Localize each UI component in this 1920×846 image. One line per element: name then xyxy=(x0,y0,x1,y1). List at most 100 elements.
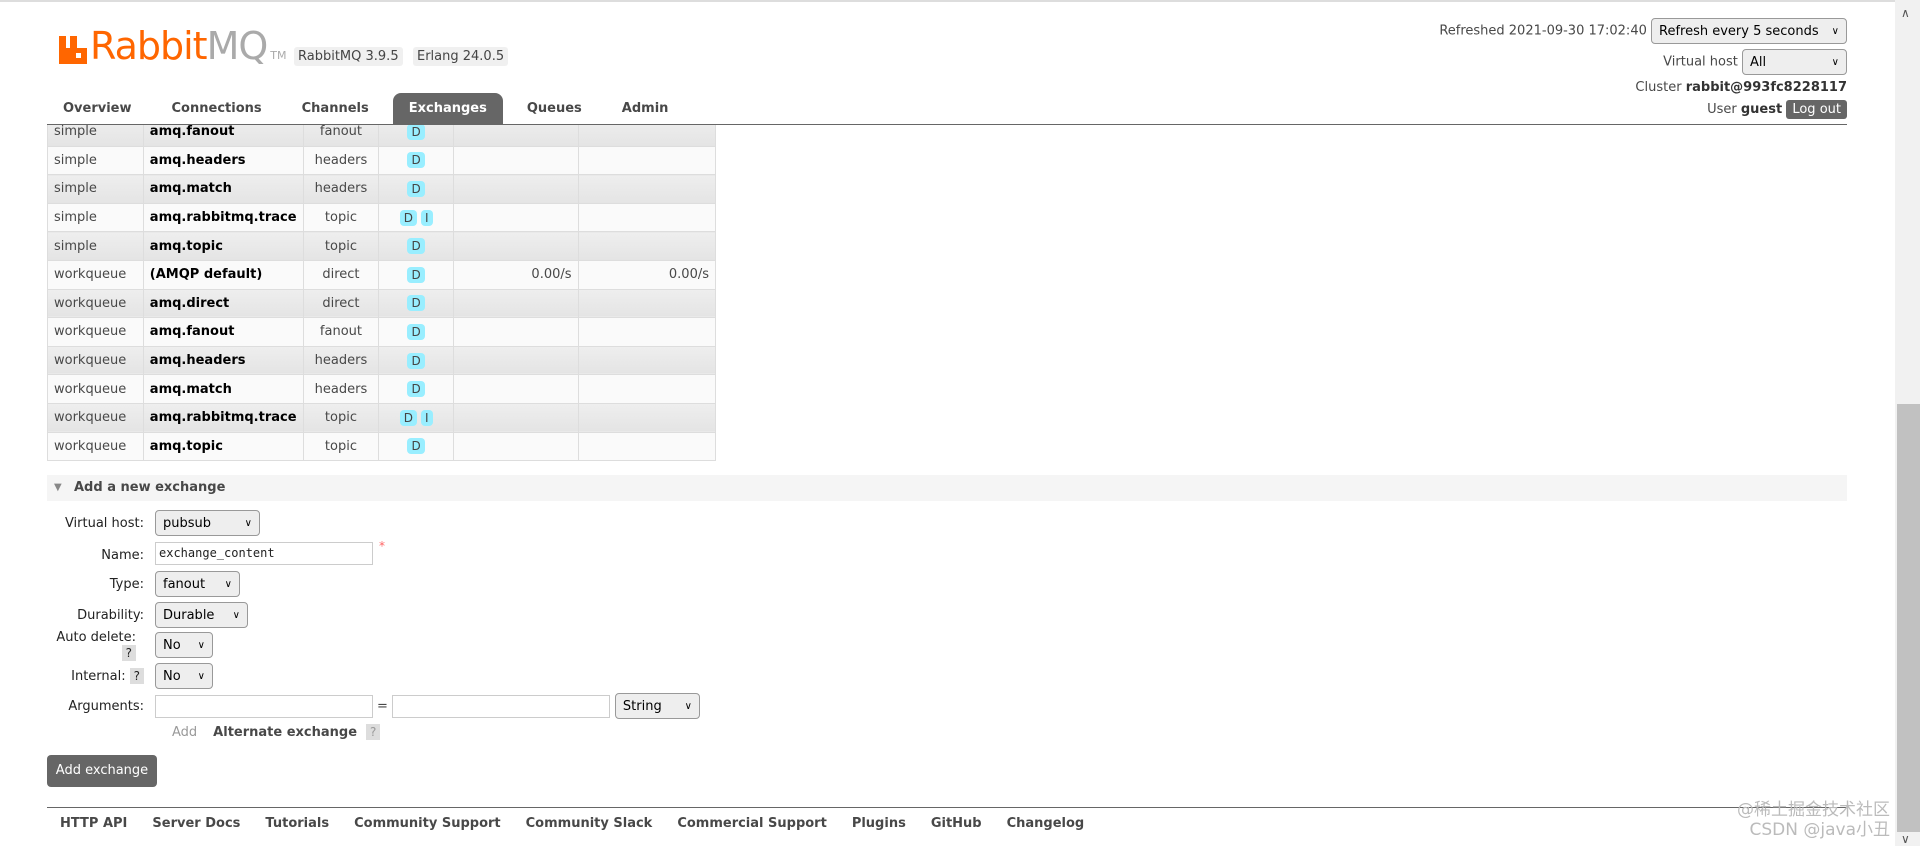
vhost-cell: workqueue xyxy=(47,402,144,433)
features-cell: DI xyxy=(378,202,454,233)
rabbit-logo-icon xyxy=(59,36,87,64)
scroll-down-icon[interactable]: ∨ xyxy=(1901,832,1910,846)
rate-out-cell xyxy=(577,288,716,319)
scroll-up-icon[interactable]: ∧ xyxy=(1901,6,1910,20)
vhost-cell: workqueue xyxy=(47,374,144,404)
footer-link[interactable]: Community Support xyxy=(354,816,501,831)
cluster-label: Cluster xyxy=(1635,80,1682,95)
vhost-cell: simple xyxy=(47,145,144,176)
exchange-name-link[interactable]: amq.headers xyxy=(142,345,304,376)
type-field-label: Type: xyxy=(109,576,144,592)
logout-button[interactable]: Log out xyxy=(1786,100,1847,119)
add-exchange-button[interactable]: Add exchange xyxy=(47,755,157,787)
rate-out-cell xyxy=(577,231,716,261)
type-select[interactable]: fanout ∨ xyxy=(155,571,240,597)
type-select-value: fanout xyxy=(163,576,206,592)
autodelete-select[interactable]: No ∨ xyxy=(155,632,213,658)
cluster-name: rabbit@993fc8228117 xyxy=(1685,80,1847,95)
rate-out-cell: 0.00/s xyxy=(577,259,716,290)
vhost-field-select[interactable]: pubsub ∨ xyxy=(155,510,260,536)
durable-badge: D xyxy=(407,125,425,140)
table-row: simple amq.headers headers D xyxy=(47,145,716,176)
arguments-field-label: Arguments: xyxy=(68,698,144,714)
features-cell: D xyxy=(378,374,454,404)
vhost-cell: workqueue xyxy=(47,259,144,290)
tab-connections[interactable]: Connections xyxy=(156,93,278,125)
argument-type-value: String xyxy=(622,698,662,714)
argument-type-select[interactable]: String ∨ xyxy=(614,693,700,719)
logo-text-mq: MQ xyxy=(206,24,269,68)
watermark: @稀土掘金技术社区 CSDN @java小丑 xyxy=(1737,800,1890,840)
exchange-name-link[interactable]: amq.match xyxy=(142,174,304,204)
vhost-cell: simple xyxy=(47,231,144,261)
exchange-name-link[interactable]: amq.rabbitmq.trace xyxy=(142,202,304,233)
alternate-exchange-help[interactable]: ? xyxy=(366,724,381,740)
footer-divider xyxy=(47,807,1847,808)
argument-key-input[interactable] xyxy=(155,694,373,718)
name-field-label: Name: xyxy=(101,548,144,563)
argument-value-input[interactable] xyxy=(391,694,610,718)
exchange-name-link[interactable]: amq.match xyxy=(142,374,304,404)
footer-link[interactable]: Plugins xyxy=(852,816,906,831)
durable-badge: D xyxy=(407,323,425,340)
add-argument-link[interactable]: Add xyxy=(172,725,197,740)
exchange-name-link[interactable]: amq.topic xyxy=(142,231,304,261)
type-cell: headers xyxy=(302,145,380,176)
features-cell: D xyxy=(378,288,454,319)
alternate-exchange-link[interactable]: Alternate exchange xyxy=(213,725,357,740)
tab-admin[interactable]: Admin xyxy=(606,93,685,125)
scrollbar-thumb[interactable] xyxy=(1897,404,1920,832)
exchange-name-link[interactable]: (AMQP default) xyxy=(142,259,304,290)
autodelete-help-button[interactable]: ? xyxy=(121,644,136,661)
features-cell: D xyxy=(378,174,454,204)
vhost-cell: workqueue xyxy=(47,431,144,462)
watermark-line-2: CSDN @java小丑 xyxy=(1749,820,1891,840)
durable-badge: D xyxy=(407,152,425,169)
internal-field-label: Internal:? xyxy=(47,668,155,684)
tab-overview[interactable]: Overview xyxy=(47,93,148,125)
add-exchange-toggle[interactable]: ▼ Add a new exchange xyxy=(47,475,1847,501)
vhost-cell: workqueue xyxy=(47,288,144,319)
durability-select[interactable]: Durable ∨ xyxy=(155,602,248,628)
durable-badge: D xyxy=(399,209,417,226)
type-cell: fanout xyxy=(302,125,380,147)
exchange-name-link[interactable]: amq.rabbitmq.trace xyxy=(142,402,304,433)
footer-link[interactable]: Community Slack xyxy=(526,816,653,831)
logo-tm: TM xyxy=(270,49,287,62)
type-cell: topic xyxy=(302,402,380,433)
tab-exchanges[interactable]: Exchanges xyxy=(392,93,503,125)
exchange-name-link[interactable]: amq.headers xyxy=(142,145,304,176)
vhost-select[interactable]: All ∨ xyxy=(1742,49,1847,75)
internal-help-button[interactable]: ? xyxy=(129,668,144,684)
watermark-line-1: @稀土掘金技术社区 xyxy=(1737,800,1890,820)
footer-link[interactable]: GitHub xyxy=(931,816,982,831)
exchange-name-link[interactable]: amq.fanout xyxy=(142,317,304,347)
user-label: User xyxy=(1707,102,1737,117)
footer-link[interactable]: Commercial Support xyxy=(677,816,827,831)
footer-link[interactable]: Server Docs xyxy=(152,816,240,831)
table-row: workqueue amq.rabbitmq.trace topic D I xyxy=(47,402,716,433)
name-input[interactable]: exchange_content xyxy=(155,541,373,565)
internal-label-text: Internal: xyxy=(71,669,126,684)
exchange-name-link[interactable]: amq.fanout xyxy=(142,125,304,147)
exchange-name-link[interactable]: amq.topic xyxy=(142,431,304,462)
exchange-name-link[interactable]: amq.direct xyxy=(142,288,304,319)
internal-select[interactable]: No ∨ xyxy=(155,663,213,689)
footer-link[interactable]: Tutorials xyxy=(265,816,329,831)
table-row: simple amq.topic topic D xyxy=(47,231,716,261)
tab-queues[interactable]: Queues xyxy=(511,93,598,125)
rate-out-cell xyxy=(577,345,716,376)
durable-badge: D xyxy=(407,266,425,283)
exchanges-table: simple amq.fanout fanout Dsimple amq.headers… xyxy=(47,125,716,462)
footer-link[interactable]: HTTP API xyxy=(60,816,127,831)
refresh-select[interactable]: Refresh every 5 seconds ∨ xyxy=(1651,18,1847,44)
table-row: workqueue amq.match headers D xyxy=(47,374,716,404)
features-cell: D xyxy=(378,345,454,376)
autodelete-select-value: No xyxy=(163,637,181,653)
durability-select-value: Durable xyxy=(163,607,215,623)
rabbitmq-logo[interactable]: Rabbit MQ TM xyxy=(59,24,287,68)
footer-link[interactable]: Changelog xyxy=(1007,816,1085,831)
scrollbar[interactable]: ∧ ∨ xyxy=(1895,0,1920,846)
type-cell: fanout xyxy=(302,317,380,347)
tab-channels[interactable]: Channels xyxy=(286,93,385,125)
